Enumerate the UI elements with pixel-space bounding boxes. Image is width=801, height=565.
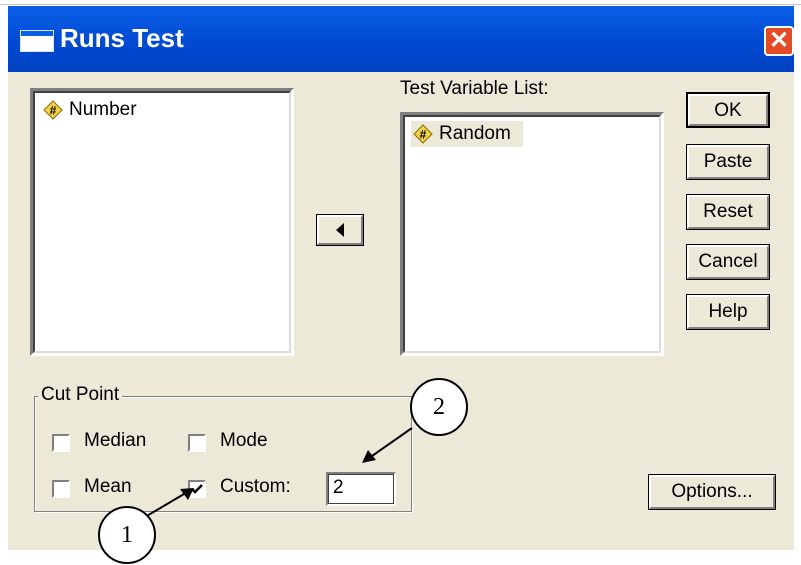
callout-two-arrow [371,427,413,457]
callout-one: 1 [98,506,156,564]
callout-two: 2 [410,378,468,436]
annotation-arrows [139,427,413,521]
callout-two-arrowhead [362,450,376,463]
